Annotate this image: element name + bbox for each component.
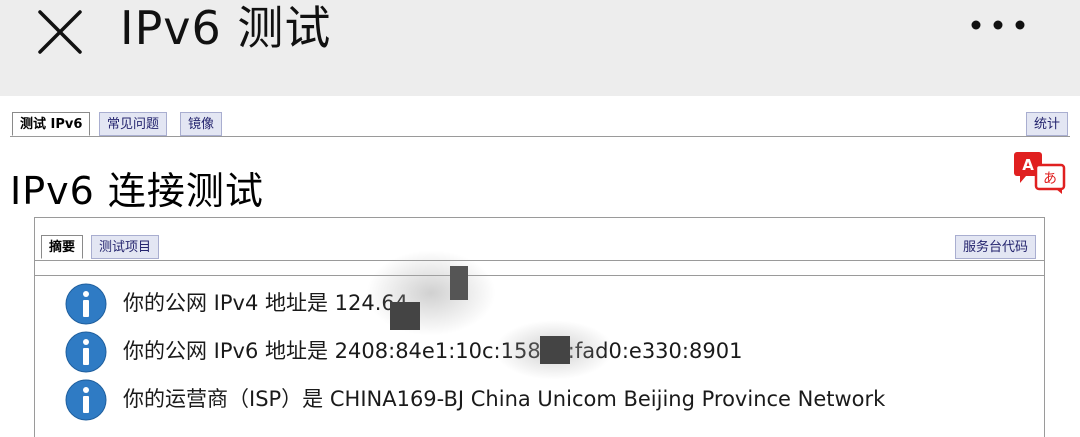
tab-summary[interactable]: 摘要 bbox=[41, 235, 84, 259]
translate-button[interactable]: A あ bbox=[1012, 150, 1068, 194]
info-icon bbox=[65, 283, 107, 325]
tab-test-items[interactable]: 测试项目 bbox=[91, 235, 160, 259]
page-header-title: IPv6 测试 bbox=[120, 1, 332, 55]
app-header: IPv6 测试 bbox=[0, 0, 1080, 96]
info-icon bbox=[65, 331, 107, 373]
redaction-blur bbox=[366, 250, 496, 336]
redaction-mosaic bbox=[390, 302, 420, 330]
more-options-button[interactable] bbox=[968, 12, 1028, 38]
tab-stats[interactable]: 统计 bbox=[1026, 112, 1069, 136]
redaction-mosaic bbox=[450, 266, 468, 300]
isp-text: 你的运营商（ISP）是 CHINA169-BJ China Unicom Bei… bbox=[123, 387, 886, 411]
svg-text:A: A bbox=[1022, 156, 1034, 174]
close-button[interactable] bbox=[34, 6, 86, 58]
ipv6-address-text: 你的公网 IPv6 地址是 2408:84e1:10c:1586: :fad0:… bbox=[123, 339, 743, 363]
info-icon bbox=[65, 379, 107, 421]
svg-text:あ: あ bbox=[1043, 171, 1057, 187]
panel-tab-divider bbox=[35, 260, 1044, 261]
tab-mirrors[interactable]: 镜像 bbox=[180, 112, 223, 136]
panel-content-divider bbox=[35, 275, 1044, 276]
nav-divider bbox=[10, 136, 1070, 137]
tab-test-ipv6[interactable]: 测试 IPv6 bbox=[12, 112, 91, 136]
tab-helpdesk-code[interactable]: 服务台代码 bbox=[955, 235, 1037, 259]
close-icon bbox=[38, 10, 82, 54]
page-title: IPv6 连接测试 bbox=[10, 169, 264, 213]
translate-icon: A あ bbox=[1014, 152, 1066, 194]
redaction-mosaic bbox=[540, 336, 570, 364]
more-dots-icon bbox=[971, 20, 1025, 30]
tab-faq[interactable]: 常见问题 bbox=[99, 112, 168, 136]
